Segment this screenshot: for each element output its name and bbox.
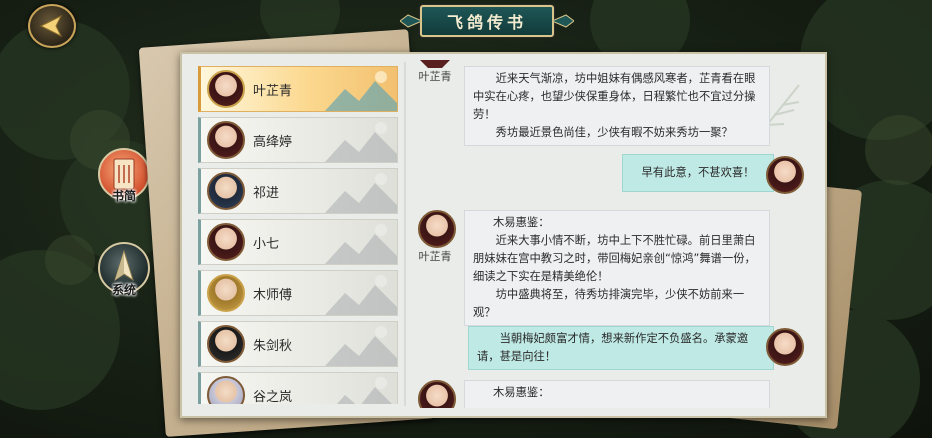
message-bubble: 近来天气渐凉，坊中姐妹有偶感风寒者，芷青看在眼中实在心疼，也望少侠保重身体，日程… (464, 66, 770, 146)
player-avatar (766, 328, 804, 366)
message-salutation: 木易惠鉴： (493, 386, 550, 399)
message-outgoing: 当朝梅妃颇富才情，想来新作定不负盛名。承蒙邀请，甚是向往！ (410, 324, 810, 372)
player-avatar (766, 156, 804, 194)
chat-area[interactable]: 叶芷青 近来天气渐凉，坊中姐妹有偶感风寒者，芷青看在眼中实在心疼，也望少侠保重身… (410, 60, 810, 408)
contact-name: 祁进 (253, 185, 280, 201)
contact-name: 朱剑秋 (253, 338, 293, 354)
message-text: 近来天气渐凉，坊中姐妹有偶感风寒者，芷青看在眼中实在心疼，也望少侠保重身体，日程… (473, 72, 756, 121)
message-incoming: 木易惠鉴： (410, 378, 810, 408)
landscape-decoration-icon (325, 173, 397, 213)
letters-button-label: 书简 (111, 189, 137, 203)
window-title: 飞鸽传书 (420, 5, 554, 37)
avatar (207, 325, 245, 363)
avatar (207, 70, 245, 108)
sender-avatar (418, 210, 456, 248)
landscape-decoration-icon (325, 122, 397, 162)
sender-name: 叶芷青 (418, 250, 452, 263)
message-incoming: 叶芷青 木易惠鉴： 近来大事小情不断，坊中上下不胜忙碌。前日里萧白朋妹妹在宫中教… (410, 206, 810, 326)
message-bubble: 木易惠鉴： 近来大事小情不断，坊中上下不胜忙碌。前日里萧白朋妹妹在宫中教习之时，… (464, 210, 770, 326)
avatar (207, 121, 245, 159)
sender-avatar (418, 380, 456, 408)
landscape-decoration-icon (325, 275, 397, 315)
message-text: 近来大事小情不断，坊中上下不胜忙碌。前日里萧白朋妹妹在宫中教习之时，带回梅妃亲创… (473, 234, 756, 283)
system-button-label: 系统 (111, 283, 137, 297)
back-button[interactable] (28, 4, 76, 48)
message-bubble: 当朝梅妃颇富才情，想来新作定不负盛名。承蒙邀请，甚是向往！ (468, 326, 774, 370)
message-bubble: 早有此意，不甚欢喜！ (622, 154, 774, 192)
contact-item-zhu-jianqiu[interactable]: 朱剑秋 (198, 321, 398, 367)
contact-name: 谷之岚 (253, 389, 293, 405)
message-incoming: 叶芷青 近来天气渐凉，坊中姐妹有偶感风寒者，芷青看在眼中实在心疼，也望少侠保重身… (410, 60, 810, 146)
left-ornament-icon (400, 14, 422, 28)
landscape-decoration-icon (325, 224, 397, 264)
back-arrow-icon (39, 15, 63, 37)
message-text: 当朝梅妃颇富才情，想来新作定不负盛名。承蒙邀请，甚是向往！ (477, 332, 749, 363)
avatar (207, 223, 245, 261)
message-text: 坊中盛典将至，待秀坊排演完毕，少侠不妨前来一观？ (473, 288, 745, 319)
message-text: 秀坊最近景色尚佳，少侠有暇不妨来秀坊一聚？ (495, 126, 733, 139)
message-text: 早有此意，不甚欢喜！ (641, 166, 755, 179)
landscape-decoration-icon (336, 377, 392, 404)
contact-name: 木师傅 (253, 287, 293, 303)
scroll-icon (113, 158, 135, 190)
avatar-partial-icon (420, 60, 450, 68)
title-banner: 飞鸽传书 (398, 5, 576, 37)
avatar (207, 376, 245, 404)
letters-button[interactable]: 书简 (98, 148, 150, 203)
contact-list[interactable]: 叶芷青 高绛婷 祁进 小七 木师傅 朱剑秋 谷之岚 (198, 66, 398, 404)
landscape-decoration-icon (325, 326, 397, 366)
message-outgoing: 早有此意，不甚欢喜！ (410, 154, 810, 198)
system-button[interactable]: 系统 (98, 242, 150, 297)
contact-name: 高绛婷 (253, 134, 293, 150)
contact-item-mu-shifu[interactable]: 木师傅 (198, 270, 398, 316)
contact-item-ye-zhiqing[interactable]: 叶芷青 (198, 66, 398, 112)
message-bubble: 木易惠鉴： (464, 380, 770, 408)
message-salutation: 木易惠鉴： (493, 216, 550, 229)
contact-item-gu-zhilan[interactable]: 谷之岚 (198, 372, 398, 404)
contact-name: 小七 (253, 236, 280, 252)
contact-item-gao-jiangting[interactable]: 高绛婷 (198, 117, 398, 163)
right-ornament-icon (552, 14, 574, 28)
sender-name: 叶芷青 (418, 70, 452, 83)
panel-divider (404, 62, 406, 406)
contact-item-xiao-qi[interactable]: 小七 (198, 219, 398, 265)
avatar (207, 172, 245, 210)
letter-panel: 叶芷青 高绛婷 祁进 小七 木师傅 朱剑秋 谷之岚 叶芷青 近来天气渐凉，坊中姐… (180, 52, 827, 418)
contact-item-qi-jin[interactable]: 祁进 (198, 168, 398, 214)
contact-name: 叶芷青 (253, 83, 293, 99)
avatar (207, 274, 245, 312)
landscape-decoration-icon (325, 71, 397, 111)
